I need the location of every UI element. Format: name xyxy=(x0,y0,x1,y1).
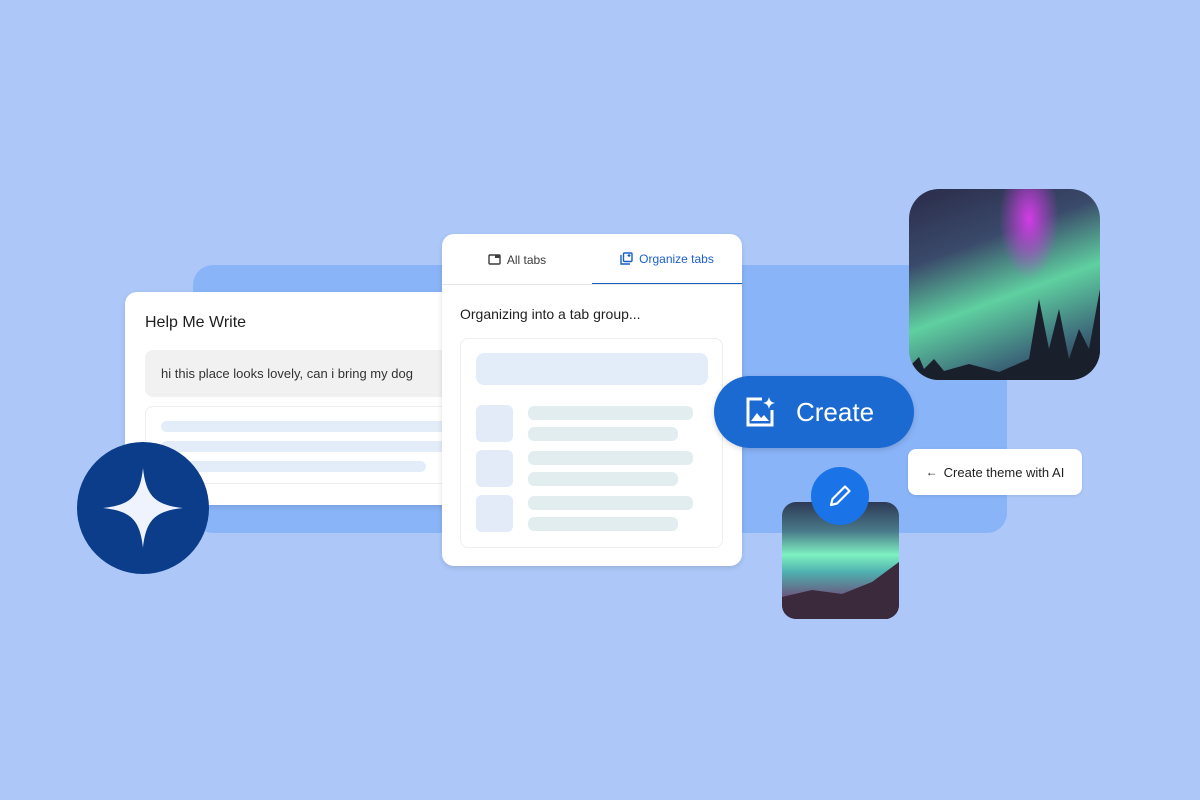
help-me-write-title: Help Me Write xyxy=(145,314,247,331)
tab-organizer-panel: All tabs Organize tabs Organizing into a… xyxy=(442,234,742,566)
create-theme-chip[interactable]: ← Create theme with AI xyxy=(908,449,1082,495)
organizing-status: Organizing into a tab group... xyxy=(460,306,641,322)
placeholder-line xyxy=(528,427,678,441)
placeholder-line xyxy=(528,451,693,465)
sparkle-icon xyxy=(103,468,183,548)
tab-organize-tabs[interactable]: Organize tabs xyxy=(592,234,742,285)
gemini-star-badge xyxy=(77,442,209,574)
aurora-image-large[interactable] xyxy=(909,189,1100,380)
placeholder-line xyxy=(161,461,426,472)
placeholder-line xyxy=(528,496,693,510)
tree-silhouette-icon xyxy=(909,289,1100,380)
placeholder-line xyxy=(528,472,678,486)
placeholder-thumb xyxy=(476,405,513,442)
pencil-icon xyxy=(829,485,851,507)
prompt-input[interactable]: hi this place looks lovely, can i bring … xyxy=(145,350,455,397)
edit-button[interactable] xyxy=(811,467,869,525)
placeholder-header xyxy=(476,353,708,385)
organize-tabs-icon xyxy=(620,252,633,265)
tab-divider xyxy=(442,284,742,285)
chip-label: Create theme with AI xyxy=(943,464,1065,480)
placeholder-thumb xyxy=(476,450,513,487)
tab-label: Organize tabs xyxy=(639,251,714,266)
placeholder-line xyxy=(161,421,451,432)
tab-icon xyxy=(488,254,501,265)
placeholder-thumb xyxy=(476,495,513,532)
create-button[interactable]: Create xyxy=(714,376,914,448)
tab-all-tabs[interactable]: All tabs xyxy=(442,234,592,285)
placeholder-line xyxy=(528,517,678,531)
tab-group-placeholder xyxy=(460,338,723,548)
tab-label: All tabs xyxy=(506,252,547,267)
arrow-left-icon: ← xyxy=(925,465,938,479)
create-label: Create xyxy=(796,396,875,427)
placeholder-line xyxy=(528,406,693,420)
image-sparkle-icon xyxy=(746,397,775,427)
placeholder-line xyxy=(161,441,451,452)
